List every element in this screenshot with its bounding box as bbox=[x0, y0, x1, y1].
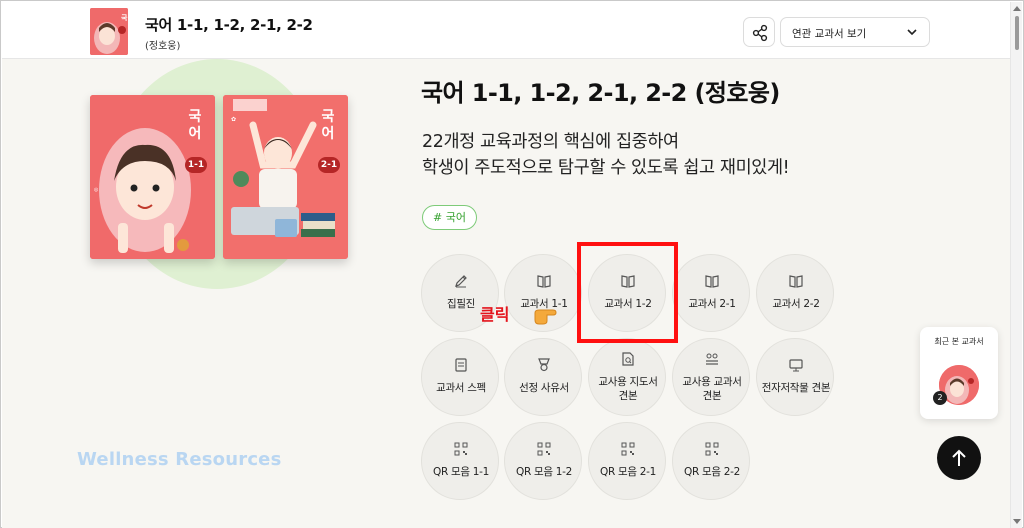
share-icon bbox=[752, 24, 768, 42]
vertical-scrollbar[interactable] bbox=[1010, 2, 1022, 528]
scrollbar-thumb[interactable] bbox=[1015, 16, 1019, 50]
qr-collection-1-2-button[interactable]: QR 모음 1-2 bbox=[504, 422, 582, 500]
qr-icon bbox=[705, 442, 719, 456]
scroll-up-arrow[interactable] bbox=[1013, 6, 1021, 11]
qr-icon bbox=[621, 442, 635, 456]
teacher-textbook-sample-button[interactable]: 교사용 교과서 견본 bbox=[672, 338, 750, 416]
award-icon bbox=[538, 358, 550, 372]
teacher-textbook-sample-label: 교사용 교과서 견본 bbox=[682, 376, 742, 402]
page-title: 국어 1-1, 1-2, 2-1, 2-2 (정호웅) bbox=[421, 79, 780, 107]
page-description: 22개정 교육과정의 핵심에 집중하여 학생이 주도적으로 탐구할 수 있도록 … bbox=[422, 129, 790, 181]
arrow-up-icon bbox=[952, 449, 966, 466]
click-highlight-box bbox=[577, 242, 678, 343]
related-select-label: 연관 교과서 보기 bbox=[792, 28, 867, 40]
qr-collection-2-1-button[interactable]: QR 모음 2-1 bbox=[588, 422, 666, 500]
selection-reason-label: 선정 사유서 bbox=[519, 382, 569, 394]
chevron-down-icon bbox=[907, 29, 917, 36]
svg-text:✿: ✿ bbox=[231, 116, 236, 123]
teacher-guide-sample-button[interactable]: 교사용 지도서 견본 bbox=[588, 338, 666, 416]
qr-collection-2-2-button[interactable]: QR 모음 2-2 bbox=[672, 422, 750, 500]
svg-text:◎: ◎ bbox=[94, 187, 99, 193]
qr-icon bbox=[537, 442, 551, 456]
watermark-text: Wellness Resources bbox=[77, 449, 282, 470]
pointing-hand-icon bbox=[534, 309, 557, 325]
teacher-icon bbox=[706, 353, 718, 365]
book-icon bbox=[537, 275, 551, 288]
description-line-1: 22개정 교육과정의 핵심에 집중하여 bbox=[422, 132, 679, 152]
document-icon bbox=[455, 358, 467, 372]
file-search-icon bbox=[622, 352, 634, 366]
book-title-vertical: 국어 bbox=[321, 109, 335, 142]
digital-material-sample-button[interactable]: 전자저작물 견본 bbox=[756, 338, 834, 416]
browser-frame: 국 국어 1-1, 1-2, 2-1, 2-2 (정호웅) 연관 교과서 보기 bbox=[0, 0, 1024, 528]
textbook-2-1-label: 교과서 2-1 bbox=[688, 298, 736, 310]
related-textbook-select[interactable]: 연관 교과서 보기 bbox=[780, 17, 930, 47]
svg-text:국: 국 bbox=[121, 14, 128, 22]
textbook-2-1-button[interactable]: 교과서 2-1 bbox=[672, 254, 750, 332]
book-thumbnail[interactable]: 국 bbox=[90, 8, 128, 55]
recent-panel-title: 최근 본 교과서 bbox=[934, 337, 984, 346]
book-cover-1-1: ◎ 국어 1-1 bbox=[90, 95, 215, 259]
book-icon bbox=[705, 275, 719, 288]
book-grade-badge: 2-1 bbox=[318, 157, 340, 173]
textbook-spec-button[interactable]: 교과서 스펙 bbox=[421, 338, 499, 416]
qr-collection-2-1-label: QR 모음 2-1 bbox=[599, 466, 656, 478]
subject-tag[interactable]: # 국어 bbox=[422, 205, 477, 230]
pencil-icon bbox=[455, 275, 467, 288]
share-button[interactable] bbox=[743, 17, 775, 47]
book-grade-badge: 1-1 bbox=[185, 157, 207, 173]
book-title-vertical: 국어 bbox=[188, 109, 202, 142]
textbook-2-2-label: 교과서 2-2 bbox=[772, 298, 820, 310]
digital-material-sample-label: 전자저작물 견본 bbox=[761, 382, 831, 394]
recent-textbooks-panel[interactable]: 최근 본 교과서 2 bbox=[920, 327, 998, 419]
textbook-2-2-button[interactable]: 교과서 2-2 bbox=[756, 254, 834, 332]
qr-collection-2-2-label: QR 모음 2-2 bbox=[683, 466, 740, 478]
description-line-2: 학생이 주도적으로 탐구할 수 있도록 쉽고 재미있게! bbox=[422, 158, 790, 178]
qr-icon bbox=[454, 442, 468, 456]
main-content: ◎ 국어 1-1 ✿ 국어 2-1 Wellness Resources 국어 … bbox=[2, 59, 1011, 528]
textbook-spec-label: 교과서 스펙 bbox=[436, 382, 486, 394]
teacher-guide-sample-label: 교사용 지도서 견본 bbox=[598, 376, 658, 402]
header-title: 국어 1-1, 1-2, 2-1, 2-2 bbox=[145, 16, 313, 34]
book-icon bbox=[789, 275, 803, 288]
top-header: 국 국어 1-1, 1-2, 2-1, 2-2 (정호웅) 연관 교과서 보기 bbox=[2, 2, 1011, 59]
scroll-down-arrow[interactable] bbox=[1013, 519, 1021, 524]
book-cover-2-1: ✿ 국어 2-1 bbox=[223, 95, 348, 259]
qr-collection-1-1-label: QR 모음 1-1 bbox=[432, 466, 489, 478]
scroll-to-top-button[interactable] bbox=[937, 436, 981, 480]
header-subtitle: (정호웅) bbox=[145, 41, 181, 52]
qr-collection-1-2-label: QR 모음 1-2 bbox=[515, 466, 572, 478]
qr-collection-1-1-button[interactable]: QR 모음 1-1 bbox=[421, 422, 499, 500]
monitor-icon bbox=[789, 359, 803, 372]
click-annotation-text: 클릭 bbox=[480, 305, 510, 324]
recent-count-badge: 2 bbox=[933, 391, 947, 405]
selection-reason-button[interactable]: 선정 사유서 bbox=[504, 338, 582, 416]
